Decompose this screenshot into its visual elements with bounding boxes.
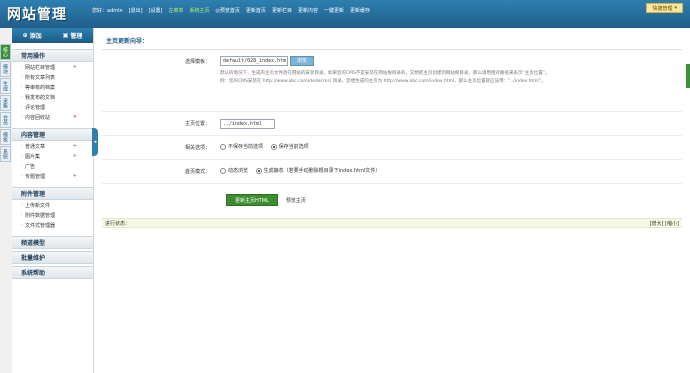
top-nav: 您好：admin [退出] [设置] 左菜单 系统主页 ◎预览首页 更新首页 更… (92, 5, 370, 15)
template-input[interactable]: default/028_index.htm (220, 56, 288, 66)
template-value-area: default/028_index.htm 浏览 默认的情况下，生成的主页文件放在… (220, 56, 682, 86)
radio-checked-icon (270, 143, 277, 150)
sidebar-menu: ⊕添加 ▣管理 常用操作 网站栏目管理+ 所有文章列表 等审核的档案 我发布的文… (12, 28, 94, 373)
progress-bar: 进行状态： [增大] [缩小] (102, 218, 682, 228)
top-header: 网站管理 您好：admin [退出] [设置] 左菜单 系统主页 ◎预览首页 更… (0, 0, 690, 28)
page-title: 主页更新向导： (102, 34, 682, 50)
sidebar-item-upload[interactable]: 上传新文件 (12, 200, 93, 210)
update-category-link[interactable]: 更新栏目 (272, 7, 292, 14)
sidebar-item-topics[interactable]: 专题管理+ (12, 171, 93, 181)
options-label: 相关选项： (184, 145, 210, 151)
vertical-tabs: 核心 模块 生成 采集 会员 模板 系统 (0, 44, 11, 163)
sidebar-item-attachment-data[interactable]: 附件数据管理 (12, 210, 93, 220)
options-row: 相关选项： 不保存当前选项 保存当前选项 (102, 136, 682, 160)
vtab-core[interactable]: 核心 (0, 44, 11, 60)
site-logo: 网站管理 (7, 7, 67, 23)
section-content: 内容管理 普通文章+ 图片集+ 广告 专题管理+ (12, 128, 93, 181)
section-common: 常用操作 网站栏目管理+ 所有文章列表 等审核的档案 我发布的文档 评论管理 内… (12, 49, 93, 122)
sidebar-item-ads[interactable]: 广告 (12, 161, 93, 171)
browse-button[interactable]: 浏览 (290, 56, 315, 66)
logout-link[interactable]: [退出] (129, 7, 143, 14)
sidebar-item-my-docs[interactable]: 我发布的文档 (12, 92, 93, 102)
system-home-link[interactable]: 系统主页 (190, 7, 210, 14)
section-help: 系统帮助 (12, 266, 93, 279)
menu-top-bar: ⊕ 添加 ▣ 管理 (12, 28, 93, 43)
sidebar-item-pending-review[interactable]: 等审核的档案 (12, 82, 93, 92)
section-batch: 批量维护 (12, 251, 93, 264)
action-bar: 更新主页HTML 预览主页 (102, 184, 682, 206)
section-title[interactable]: 内容管理 (12, 128, 93, 141)
vtab-module[interactable]: 模块 (0, 61, 11, 77)
one-click-update-link[interactable]: 一键更新 (324, 7, 344, 14)
position-label: 主页位置： (184, 121, 210, 127)
main-panel: 主页更新向导： 选择模板： default/028_index.htm 浏览 默认… (102, 34, 682, 228)
radio-icon (220, 143, 226, 150)
sidebar-item-file-manager[interactable]: 文件式管理器 (12, 220, 93, 230)
quick-manage-label: 快捷管理 (652, 5, 673, 12)
mode-static[interactable]: 生成静态（若要手动删除根目录下index.html文件） (255, 167, 380, 174)
option-no-save[interactable]: 不保存当前选项 (220, 143, 263, 150)
help-text-line: 默认的情况下，生成的主页文件放在网站的安装目录，如果您的CMS不是安装在网站根目… (220, 71, 550, 76)
add-icon[interactable]: + (73, 173, 77, 179)
chevron-left-icon: ◂ (93, 139, 97, 145)
position-row: 主页位置： ../index.html (102, 112, 682, 136)
help-text-line: 例：您的CMS安装在 http://www.abc.com/dedecms/ 目… (220, 79, 546, 84)
add-icon[interactable]: + (73, 153, 77, 159)
template-label: 选择模板： (184, 59, 210, 65)
zoom-controls[interactable]: [增大] [缩小] (650, 220, 679, 227)
radio-icon (220, 167, 226, 174)
preview-home-link[interactable]: 预览主页 (286, 197, 306, 204)
sidebar-item-all-articles[interactable]: 所有文章列表 (12, 72, 93, 82)
section-title[interactable]: 附件管理 (12, 187, 93, 200)
vtab-generate[interactable]: 生成 (0, 78, 11, 94)
update-cache-link[interactable]: 更新缓存 (350, 7, 370, 14)
add-icon[interactable]: + (73, 143, 77, 149)
sidebar-item-images[interactable]: 图片集+ (12, 151, 93, 161)
section-title[interactable]: 频道模型 (12, 236, 93, 249)
manage-icon: ▣ (62, 32, 69, 39)
update-content-link[interactable]: 更新内容 (298, 7, 318, 14)
mode-dynamic[interactable]: 动态浏览 (220, 167, 248, 174)
mode-label: 首页模式： (184, 169, 210, 175)
progress-label: 进行状态： (105, 220, 131, 227)
chevron-down-icon: ▾ (674, 5, 677, 11)
section-channel-model: 频道模型 (12, 236, 93, 249)
section-title[interactable]: 批量维护 (12, 251, 93, 264)
settings-link[interactable]: [设置] (149, 7, 163, 14)
sidebar-item-recycle[interactable]: 内容回收站× (12, 112, 93, 122)
manage-button[interactable]: ▣ 管理 (63, 31, 83, 40)
add-button[interactable]: ⊕ 添加 (23, 31, 42, 40)
plus-icon: ⊕ (22, 32, 28, 39)
sidebar-item-articles[interactable]: 普通文章+ (12, 141, 93, 151)
update-home-button[interactable]: 更新主页HTML (226, 194, 278, 206)
section-title[interactable]: 系统帮助 (12, 266, 93, 279)
option-save[interactable]: 保存当前选项 (270, 143, 309, 150)
update-home-link[interactable]: 更新首页 (246, 7, 266, 14)
sidebar-collapse-handle[interactable]: ◂ (92, 128, 98, 156)
template-row: 选择模板： default/028_index.htm 浏览 默认的情况下，生成的… (102, 50, 682, 112)
vtab-member[interactable]: 会员 (0, 112, 11, 128)
position-input[interactable]: ../index.html (220, 118, 275, 129)
help-text: 默认的情况下，生成的主页文件放在网站的安装目录，如果您的CMS不是安装在网站根目… (220, 70, 682, 86)
sidebar-item-category-manage[interactable]: 网站栏目管理+ (12, 62, 93, 72)
vtab-system[interactable]: 系统 (0, 146, 11, 162)
sidebar: 核心 模块 生成 采集 会员 模板 系统 ⊕添加 ▣管理 常用操作 网站栏目管理… (0, 28, 94, 373)
radio-checked-icon (255, 167, 262, 174)
mode-row: 首页模式： 动态浏览 生成静态（若要手动删除根目录下index.html文件） (102, 160, 682, 184)
delete-icon[interactable]: × (73, 114, 77, 120)
vtab-collect[interactable]: 采集 (0, 95, 11, 111)
sidebar-item-comments[interactable]: 评论管理 (12, 102, 93, 112)
greeting-text: 您好：admin (92, 7, 123, 14)
section-title[interactable]: 常用操作 (12, 49, 93, 62)
add-icon[interactable]: + (73, 64, 77, 70)
left-menu-link[interactable]: 左菜单 (169, 7, 184, 14)
quick-manage-button[interactable]: 快捷管理 ▾ (646, 3, 683, 13)
preview-home-link[interactable]: ◎预览首页 (216, 7, 240, 14)
section-attachments: 附件管理 上传新文件 附件数据管理 文件式管理器 (12, 187, 93, 230)
vtab-template[interactable]: 模板 (0, 129, 11, 145)
right-edge-tab[interactable] (686, 64, 690, 88)
